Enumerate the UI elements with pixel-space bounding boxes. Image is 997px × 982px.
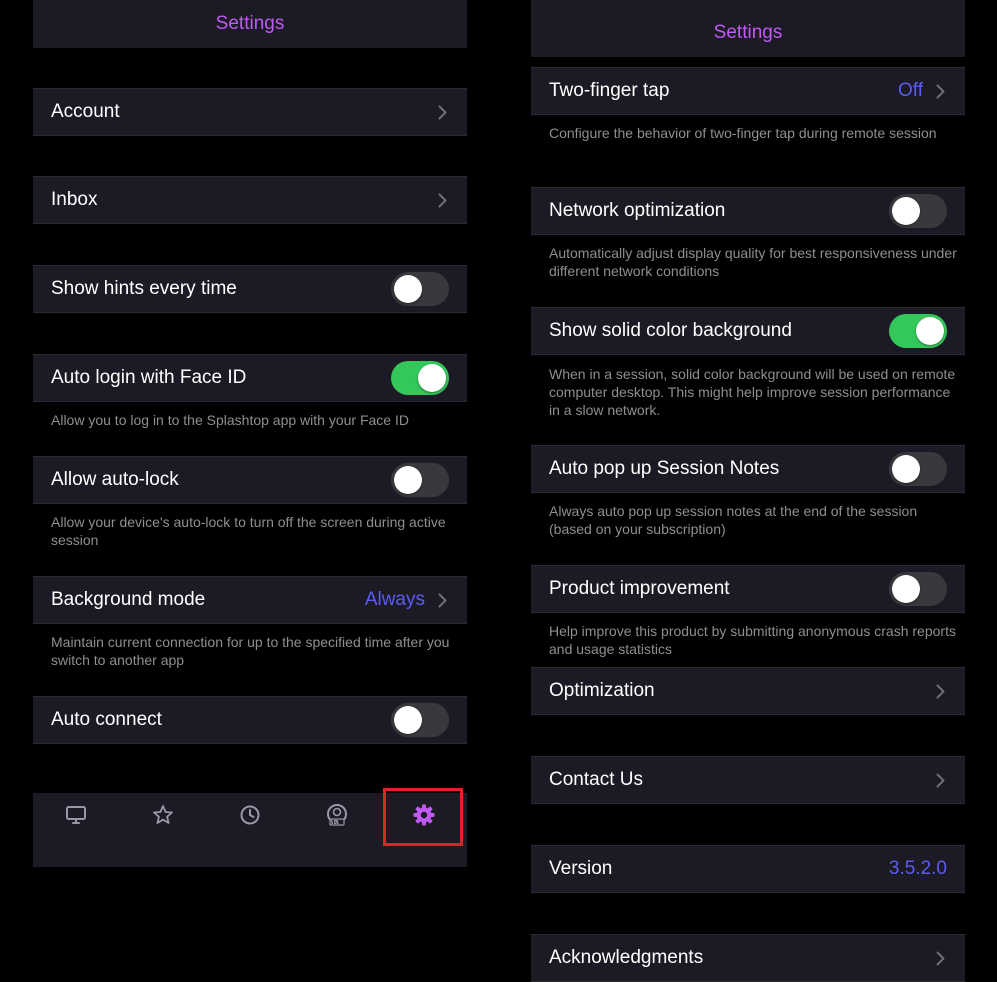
chevron-right-icon <box>435 191 449 209</box>
product-improvement-label: Product improvement <box>549 578 730 599</box>
tab-computers[interactable] <box>33 793 119 837</box>
clock-icon <box>240 805 260 825</box>
auto-lock-row: Allow auto-lock <box>33 456 467 504</box>
product-improvement-row: Product improvement <box>531 565 965 613</box>
version-value: 3.5.2.0 <box>888 858 947 879</box>
tab-sos[interactable] <box>294 793 380 837</box>
settings-panel-left: Settings Account Inbox Show hints every … <box>33 0 467 978</box>
network-optimization-label: Network optimization <box>549 200 726 221</box>
version-label: Version <box>549 858 613 879</box>
auto-connect-label: Auto connect <box>51 709 162 730</box>
toggle-knob <box>892 455 920 483</box>
show-hints-row: Show hints every time <box>33 265 467 313</box>
session-notes-toggle[interactable] <box>889 452 947 486</box>
settings-panel-right: Settings Two-finger tap Off Configure th… <box>531 0 965 982</box>
background-mode-description: Maintain current connection for up to th… <box>51 634 450 668</box>
auto-lock-label: Allow auto-lock <box>51 469 179 490</box>
session-notes-description: Always auto pop up session notes at the … <box>549 503 918 537</box>
auto-lock-toggle[interactable] <box>391 463 449 497</box>
inbox-row[interactable]: Inbox <box>33 176 467 224</box>
chevron-right-icon <box>933 82 947 100</box>
version-row: Version 3.5.2.0 <box>531 845 965 893</box>
toggle-knob <box>394 706 422 734</box>
contact-us-label: Contact Us <box>549 769 643 790</box>
show-hints-toggle[interactable] <box>391 272 449 306</box>
toggle-knob <box>418 364 446 392</box>
chevron-right-icon <box>933 949 947 967</box>
sos-icon <box>327 804 347 826</box>
optimization-label: Optimization <box>549 680 655 701</box>
two-finger-tap-value: Off <box>898 80 923 101</box>
face-id-toggle[interactable] <box>391 361 449 395</box>
monitor-icon <box>66 806 86 824</box>
auto-connect-row: Auto connect <box>33 696 467 744</box>
background-mode-label: Background mode <box>51 589 206 610</box>
face-id-label: Auto login with Face ID <box>51 367 247 388</box>
optimization-row[interactable]: Optimization <box>531 667 965 715</box>
session-notes-label: Auto pop up Session Notes <box>549 458 780 479</box>
acknowledgments-label: Acknowledgments <box>549 947 704 968</box>
inbox-label: Inbox <box>51 189 98 210</box>
background-mode-value: Always <box>364 589 425 610</box>
background-mode-row[interactable]: Background mode Always <box>33 576 467 624</box>
settings-header: Settings <box>33 0 467 48</box>
contact-us-row[interactable]: Contact Us <box>531 756 965 804</box>
session-notes-row: Auto pop up Session Notes <box>531 445 965 493</box>
chevron-right-icon <box>435 591 449 609</box>
two-finger-tap-description: Configure the behavior of two-finger tap… <box>549 125 937 141</box>
two-finger-tap-row[interactable]: Two-finger tap Off <box>531 67 965 115</box>
show-hints-label: Show hints every time <box>51 278 237 299</box>
product-improvement-description: Help improve this product by submitting … <box>549 623 956 657</box>
tab-bar <box>33 788 467 867</box>
star-icon <box>153 805 173 824</box>
network-optimization-row: Network optimization <box>531 187 965 235</box>
two-finger-tap-label: Two-finger tap <box>549 80 670 101</box>
network-optimization-toggle[interactable] <box>889 194 947 228</box>
page-title: Settings <box>713 21 783 43</box>
toggle-knob <box>394 466 422 494</box>
page-title: Settings <box>215 13 285 34</box>
auto-lock-description: Allow your device's auto-lock to turn of… <box>51 514 446 548</box>
toggle-knob <box>892 197 920 225</box>
network-optimization-description: Automatically adjust display quality for… <box>549 245 957 279</box>
face-id-row: Auto login with Face ID <box>33 354 467 402</box>
chevron-right-icon <box>933 682 947 700</box>
solid-background-row: Show solid color background <box>531 307 965 355</box>
toggle-knob <box>916 317 944 345</box>
toggle-knob <box>892 575 920 603</box>
tab-favorites[interactable] <box>120 793 206 837</box>
selection-highlight <box>383 788 463 846</box>
solid-background-label: Show solid color background <box>549 320 792 341</box>
toggle-knob <box>394 275 422 303</box>
account-row[interactable]: Account <box>33 88 467 136</box>
face-id-description: Allow you to log in to the Splashtop app… <box>51 412 409 428</box>
acknowledgments-row[interactable]: Acknowledgments <box>531 934 965 982</box>
tab-history[interactable] <box>207 793 293 837</box>
account-label: Account <box>51 101 120 122</box>
solid-background-description: When in a session, solid color backgroun… <box>549 366 956 418</box>
settings-header: Settings <box>531 0 965 57</box>
solid-background-toggle[interactable] <box>889 314 947 348</box>
chevron-right-icon <box>933 771 947 789</box>
auto-connect-toggle[interactable] <box>391 703 449 737</box>
chevron-right-icon <box>435 103 449 121</box>
product-improvement-toggle[interactable] <box>889 572 947 606</box>
